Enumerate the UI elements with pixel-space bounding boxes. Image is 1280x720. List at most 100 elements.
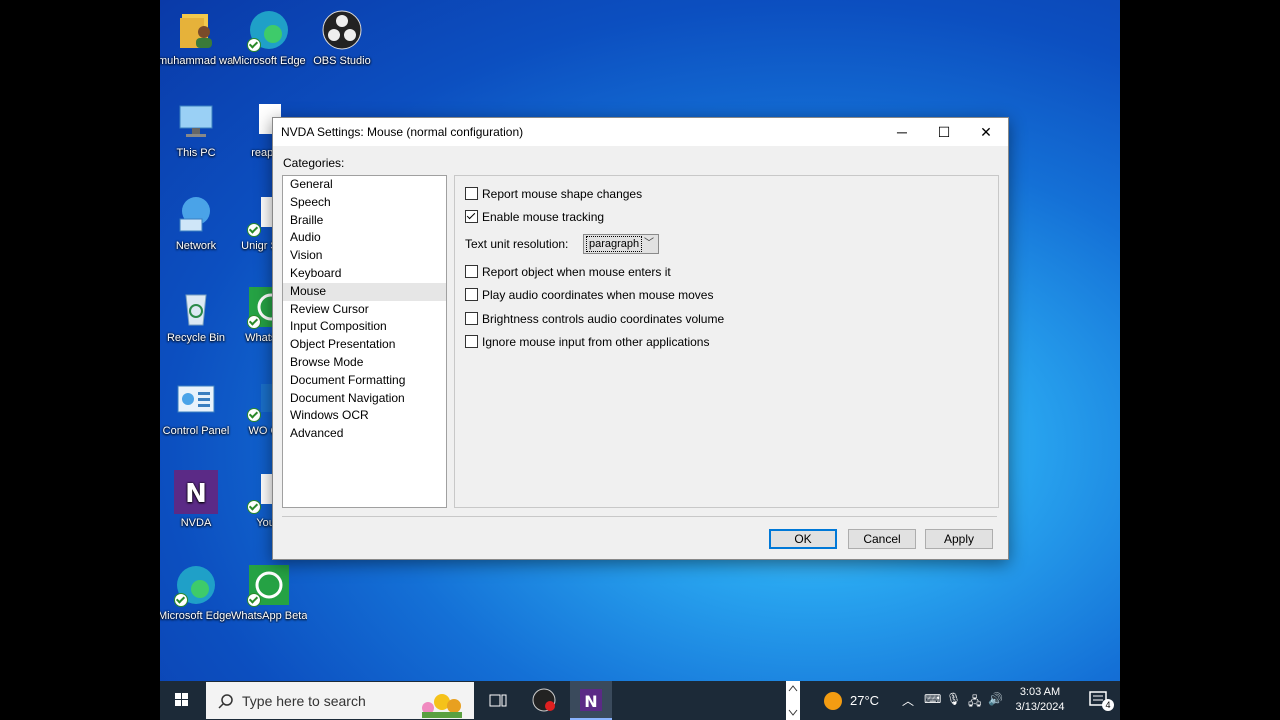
report-shape-option[interactable]: Report mouse shape changes (465, 186, 642, 202)
start-button[interactable] (160, 681, 204, 720)
sync-check-icon (247, 593, 261, 607)
taskbar-app-nvda[interactable]: N (570, 681, 612, 720)
text-unit-value: paragraph (586, 236, 643, 252)
computer-icon (174, 100, 218, 144)
user-folder-icon (174, 8, 218, 52)
scroll-arrows-icon (788, 685, 798, 716)
search-placeholder: Type here to search (242, 693, 366, 709)
play-audio-option[interactable]: Play audio coordinates when mouse moves (465, 287, 713, 303)
taskbar: Type here to search N 27°C ︿ ⌨ 🎙 🖧 🔊 3:0… (160, 681, 1120, 720)
separator (282, 516, 997, 517)
sync-check-icon (174, 593, 188, 607)
enable-tracking-option[interactable]: Enable mouse tracking (465, 209, 604, 225)
taskbar-app-obs[interactable] (526, 681, 562, 720)
maximize-button[interactable]: ☐ (922, 118, 966, 146)
text-unit-row: Text unit resolution: paragraph ﹀ (465, 234, 665, 254)
microphone-icon[interactable]: 🎙 (946, 692, 961, 706)
sync-check-icon (247, 408, 261, 422)
notification-center-button[interactable]: 4 (1078, 681, 1118, 720)
search-highlight-flowers-icon (422, 694, 462, 718)
edge-icon (247, 8, 291, 52)
ignore-input-checkbox[interactable] (465, 335, 478, 348)
ok-button[interactable]: OK (769, 529, 837, 549)
network-icon[interactable]: 🖧 (968, 692, 981, 713)
category-document-formatting[interactable]: Document Formatting (283, 372, 446, 390)
desktop-icon-edge-copy[interactable]: Microsoft Edge - Copy (160, 563, 234, 623)
report-object-option[interactable]: Report object when mouse enters it (465, 264, 671, 280)
categories-label: Categories: (283, 156, 345, 170)
desktop-icon-control-panel[interactable]: Control Panel (160, 378, 234, 438)
title-bar[interactable]: NVDA Settings: Mouse (normal configurati… (273, 118, 1008, 146)
obs-icon (320, 8, 364, 52)
svg-text:N: N (185, 479, 207, 509)
report-object-checkbox[interactable] (465, 265, 478, 278)
sun-icon (824, 692, 842, 710)
taskbar-scroll[interactable] (786, 681, 800, 720)
desktop-icon-edge[interactable]: Microsoft Edge (231, 8, 307, 68)
apply-button[interactable]: Apply (925, 529, 993, 549)
category-review-cursor[interactable]: Review Cursor (283, 301, 446, 319)
taskbar-search-box[interactable]: Type here to search (206, 682, 474, 719)
mouse-settings-panel: Report mouse shape changes Enable mouse … (454, 175, 999, 508)
category-vision[interactable]: Vision (283, 247, 446, 265)
chevron-up-icon[interactable]: ︿ (902, 692, 914, 709)
system-tray[interactable]: ︿ ⌨ 🎙 🖧 🔊 (898, 681, 1008, 720)
notification-count-badge: 4 (1102, 699, 1114, 711)
desktop-icon-this-pc[interactable]: This PC (160, 100, 234, 160)
control-panel-icon (174, 378, 218, 422)
brightness-option[interactable]: Brightness controls audio coordinates vo… (465, 311, 724, 327)
task-view-icon (489, 694, 507, 707)
category-audio[interactable]: Audio (283, 229, 446, 247)
sync-check-icon (247, 500, 261, 514)
volume-icon[interactable]: 🔊 (988, 692, 1003, 706)
sync-check-icon (247, 38, 261, 52)
text-unit-label: Text unit resolution: (465, 237, 569, 251)
weather-widget[interactable]: 27°C (820, 681, 890, 720)
enable-tracking-checkbox[interactable] (465, 210, 478, 223)
nvda-icon: N (174, 470, 218, 514)
close-button[interactable]: ✕ (964, 118, 1008, 146)
left-letterbox (0, 0, 160, 720)
dialog-title: NVDA Settings: Mouse (normal configurati… (281, 125, 524, 139)
clock[interactable]: 3:03 AM 3/13/2024 (1012, 685, 1068, 715)
category-speech[interactable]: Speech (283, 194, 446, 212)
desktop-icon-nvda[interactable]: N NVDA (160, 470, 234, 530)
nvda-icon: N (580, 689, 602, 711)
task-view-button[interactable] (480, 681, 516, 720)
windows-logo-icon (175, 693, 188, 706)
desktop: muhammad waqas This PC Network Recycle B… (160, 0, 1120, 720)
whatsapp-icon (247, 563, 291, 607)
desktop-icon-recycle-bin[interactable]: Recycle Bin (160, 285, 234, 345)
ignore-input-option[interactable]: Ignore mouse input from other applicatio… (465, 334, 709, 350)
weather-temperature: 27°C (850, 693, 880, 708)
cancel-button[interactable]: Cancel (848, 529, 916, 549)
category-mouse[interactable]: Mouse (283, 282, 446, 301)
category-document-navigation[interactable]: Document Navigation (283, 390, 446, 408)
category-object-presentation[interactable]: Object Presentation (283, 336, 446, 354)
right-letterbox (1120, 0, 1280, 720)
chevron-down-icon: ﹀ (644, 238, 654, 249)
brightness-checkbox[interactable] (465, 312, 478, 325)
desktop-icon-whatsapp-beta[interactable]: WhatsApp Beta - S... (231, 563, 307, 623)
category-windows-ocr[interactable]: Windows OCR (283, 407, 446, 425)
category-advanced[interactable]: Advanced (283, 425, 446, 443)
edge-icon (174, 563, 218, 607)
category-braille[interactable]: Braille (283, 212, 446, 230)
desktop-icon-network[interactable]: Network (160, 193, 234, 253)
category-general[interactable]: General (283, 176, 446, 194)
obs-icon (532, 688, 556, 712)
sync-check-icon (247, 315, 261, 329)
categories-list[interactable]: General Speech Braille Audio Vision Keyb… (282, 175, 447, 508)
play-audio-checkbox[interactable] (465, 288, 478, 301)
report-shape-checkbox[interactable] (465, 187, 478, 200)
category-keyboard[interactable]: Keyboard (283, 265, 446, 283)
desktop-icon-obs[interactable]: OBS Studio (304, 8, 380, 68)
minimize-button[interactable]: ─ (880, 118, 924, 146)
category-input-composition[interactable]: Input Composition (283, 318, 446, 336)
category-browse-mode[interactable]: Browse Mode (283, 354, 446, 372)
meet-icon[interactable]: ⌨ (924, 692, 941, 706)
search-icon (218, 694, 233, 709)
desktop-icon-user-folder[interactable]: muhammad waqas (160, 8, 234, 68)
text-unit-combobox[interactable]: paragraph ﹀ (583, 234, 659, 254)
nvda-settings-dialog: NVDA Settings: Mouse (normal configurati… (272, 117, 1009, 560)
